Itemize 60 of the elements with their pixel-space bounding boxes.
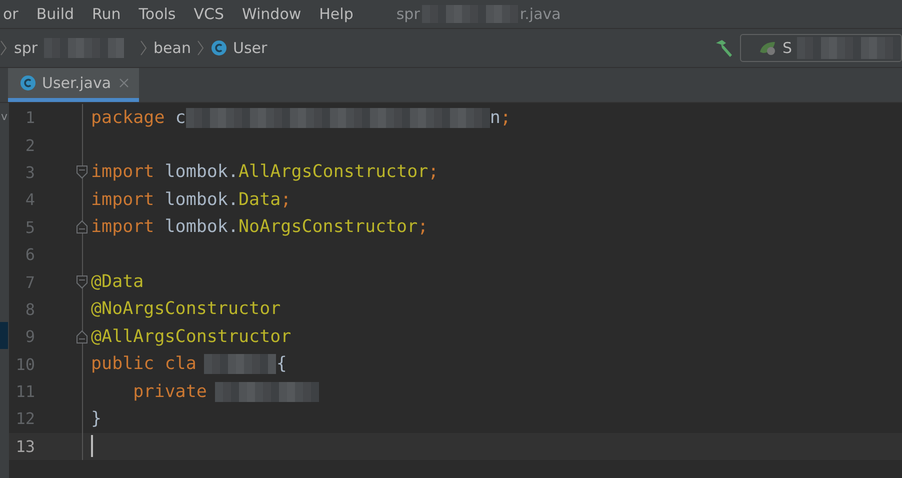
- chevron-icon: [0, 40, 8, 56]
- menu-item[interactable]: Help: [310, 5, 362, 23]
- line-number: 10: [14, 354, 35, 374]
- line-number: 7: [24, 272, 35, 292]
- code-text: import: [91, 162, 154, 182]
- line-number: 6: [24, 245, 35, 264]
- code-text: NoArgsConstructor: [238, 217, 418, 238]
- code-text: private: [132, 382, 207, 402]
- code-text: ;: [280, 190, 292, 210]
- run-config-dropdown[interactable]: S: [740, 34, 902, 62]
- menu-item[interactable]: VCS: [184, 5, 233, 23]
- code-text: ;: [418, 217, 428, 238]
- code-text: lombok.: [164, 217, 239, 238]
- line-number: 8: [24, 300, 35, 319]
- code-text: ;: [500, 108, 511, 128]
- hammer-icon: [714, 39, 734, 57]
- code-text: package: [91, 108, 165, 128]
- chevron-icon: [140, 40, 148, 56]
- leaf-icon: [759, 40, 778, 56]
- code-text: ;: [428, 162, 439, 182]
- line-number: 1: [24, 108, 35, 128]
- breadcrumb-item[interactable]: spr: [14, 39, 38, 57]
- code-text: @Data: [91, 272, 144, 292]
- code-text: import: [91, 217, 154, 238]
- menu-item[interactable]: Run: [83, 5, 130, 23]
- line-number: 3: [24, 162, 35, 182]
- window-title: r.java: [520, 5, 561, 23]
- code-text: @NoArgsConstructor: [91, 299, 281, 320]
- menu-item[interactable]: Build: [27, 5, 84, 23]
- menu-item[interactable]: Window: [233, 5, 310, 23]
- code-text: {: [276, 354, 287, 374]
- code-text: lombok.: [164, 190, 239, 210]
- breadcrumb-item[interactable]: bean: [154, 39, 191, 57]
- line-number: 11: [14, 382, 35, 402]
- close-icon: [119, 78, 130, 88]
- code-text: lombok.: [164, 162, 239, 182]
- chevron-icon: [196, 40, 205, 56]
- line-number: 4: [24, 190, 35, 210]
- menu-item[interactable]: or: [0, 5, 28, 23]
- class-icon: [210, 40, 227, 56]
- breadcrumb-item[interactable]: User: [232, 39, 268, 57]
- line-number: 9: [24, 327, 35, 346]
- menu-item[interactable]: Tools: [130, 5, 185, 23]
- code-text: n: [490, 108, 500, 128]
- code-text: }: [91, 408, 102, 429]
- code-text: AllArgsConstructor: [238, 162, 428, 182]
- line-number: 12: [14, 409, 35, 428]
- line-number: 13: [14, 436, 35, 456]
- code-text: import: [91, 190, 154, 210]
- line-number: 2: [24, 136, 35, 155]
- panel-text: v: [0, 110, 8, 123]
- code-text: @AllArgsConstructor: [91, 326, 292, 347]
- text-caret: [91, 435, 93, 458]
- code-text: Data: [238, 190, 281, 210]
- code-text: c: [174, 108, 186, 128]
- code-text: public cla: [91, 354, 196, 374]
- class-icon: [20, 75, 36, 91]
- file-tab[interactable]: User.java: [8, 68, 140, 102]
- window-title: spr: [396, 5, 420, 23]
- line-number: 5: [24, 218, 35, 237]
